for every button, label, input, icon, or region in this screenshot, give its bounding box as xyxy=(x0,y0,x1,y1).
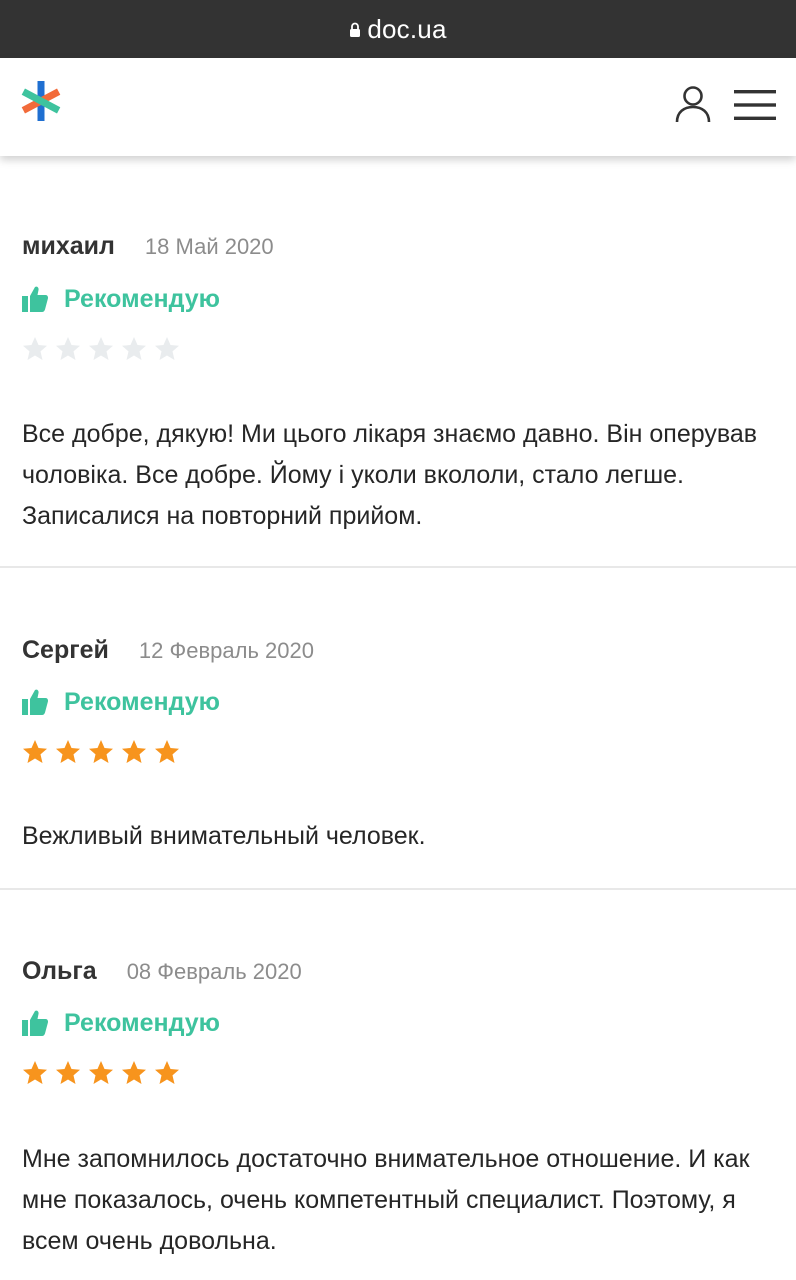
hamburger-menu-icon[interactable] xyxy=(734,88,776,122)
star-empty-icon xyxy=(155,337,179,360)
review-item: Ольга 08 Февраль 2020 Рекомендую Мне зап… xyxy=(0,889,796,1280)
star-filled-icon xyxy=(23,740,47,763)
review-date: 18 Май 2020 xyxy=(144,234,274,259)
star-filled-icon xyxy=(155,740,179,763)
star-filled-icon xyxy=(89,740,113,763)
star-empty-icon xyxy=(89,337,113,360)
review-item: михаил 18 Май 2020 Рекомендую Все добре,… xyxy=(0,156,796,568)
reviews-list: михаил 18 Май 2020 Рекомендую Все добре,… xyxy=(0,156,796,1280)
rating-stars xyxy=(22,739,187,765)
asterisk-logo-icon[interactable] xyxy=(20,80,62,122)
recommend-badge: Рекомендую xyxy=(22,1007,220,1039)
url-text: doc.ua xyxy=(367,13,447,44)
star-filled-icon xyxy=(122,740,146,763)
browser-url-bar[interactable]: doc.ua xyxy=(0,0,796,58)
user-icon[interactable] xyxy=(674,85,712,125)
recommend-badge: Рекомендую xyxy=(22,283,220,315)
review-text: Вежливый внимательный человек. xyxy=(22,822,426,850)
star-filled-icon xyxy=(56,740,80,763)
review-date: 12 Февраль 2020 xyxy=(138,638,314,663)
star-filled-icon xyxy=(23,1061,47,1084)
review-meta: Сергей 12 Февраль 2020 xyxy=(22,636,314,666)
rating-stars xyxy=(22,336,187,362)
star-empty-icon xyxy=(122,337,146,360)
recommend-badge: Рекомендую xyxy=(22,686,220,718)
thumbs-up-icon xyxy=(22,286,48,312)
star-filled-icon xyxy=(56,1061,80,1084)
site-header xyxy=(0,58,796,156)
review-meta: Ольга 08 Февраль 2020 xyxy=(22,957,302,987)
thumbs-up-icon xyxy=(22,689,48,715)
review-author: михаил xyxy=(22,232,115,260)
star-empty-icon xyxy=(23,337,47,360)
review-author: Сергей xyxy=(22,636,109,664)
recommend-label: Рекомендую xyxy=(64,1008,221,1037)
review-item: Сергей 12 Февраль 2020 Рекомендую Вежлив… xyxy=(0,568,796,890)
rating-stars xyxy=(22,1060,187,1086)
thumbs-up-icon xyxy=(22,1010,48,1036)
review-text: Мне запомнилось достаточно внимательное … xyxy=(22,1145,750,1255)
recommend-label: Рекомендую xyxy=(64,284,221,313)
star-filled-icon xyxy=(155,1061,179,1084)
review-meta: михаил 18 Май 2020 xyxy=(22,232,274,262)
recommend-label: Рекомендую xyxy=(64,687,221,716)
review-author: Ольга xyxy=(22,957,97,985)
star-filled-icon xyxy=(122,1061,146,1084)
lock-icon xyxy=(350,22,361,37)
review-text: Все добре, дякую! Ми цього лікаря знаємо… xyxy=(22,420,758,530)
star-empty-icon xyxy=(56,337,80,360)
star-filled-icon xyxy=(89,1061,113,1084)
review-date: 08 Февраль 2020 xyxy=(126,959,302,984)
